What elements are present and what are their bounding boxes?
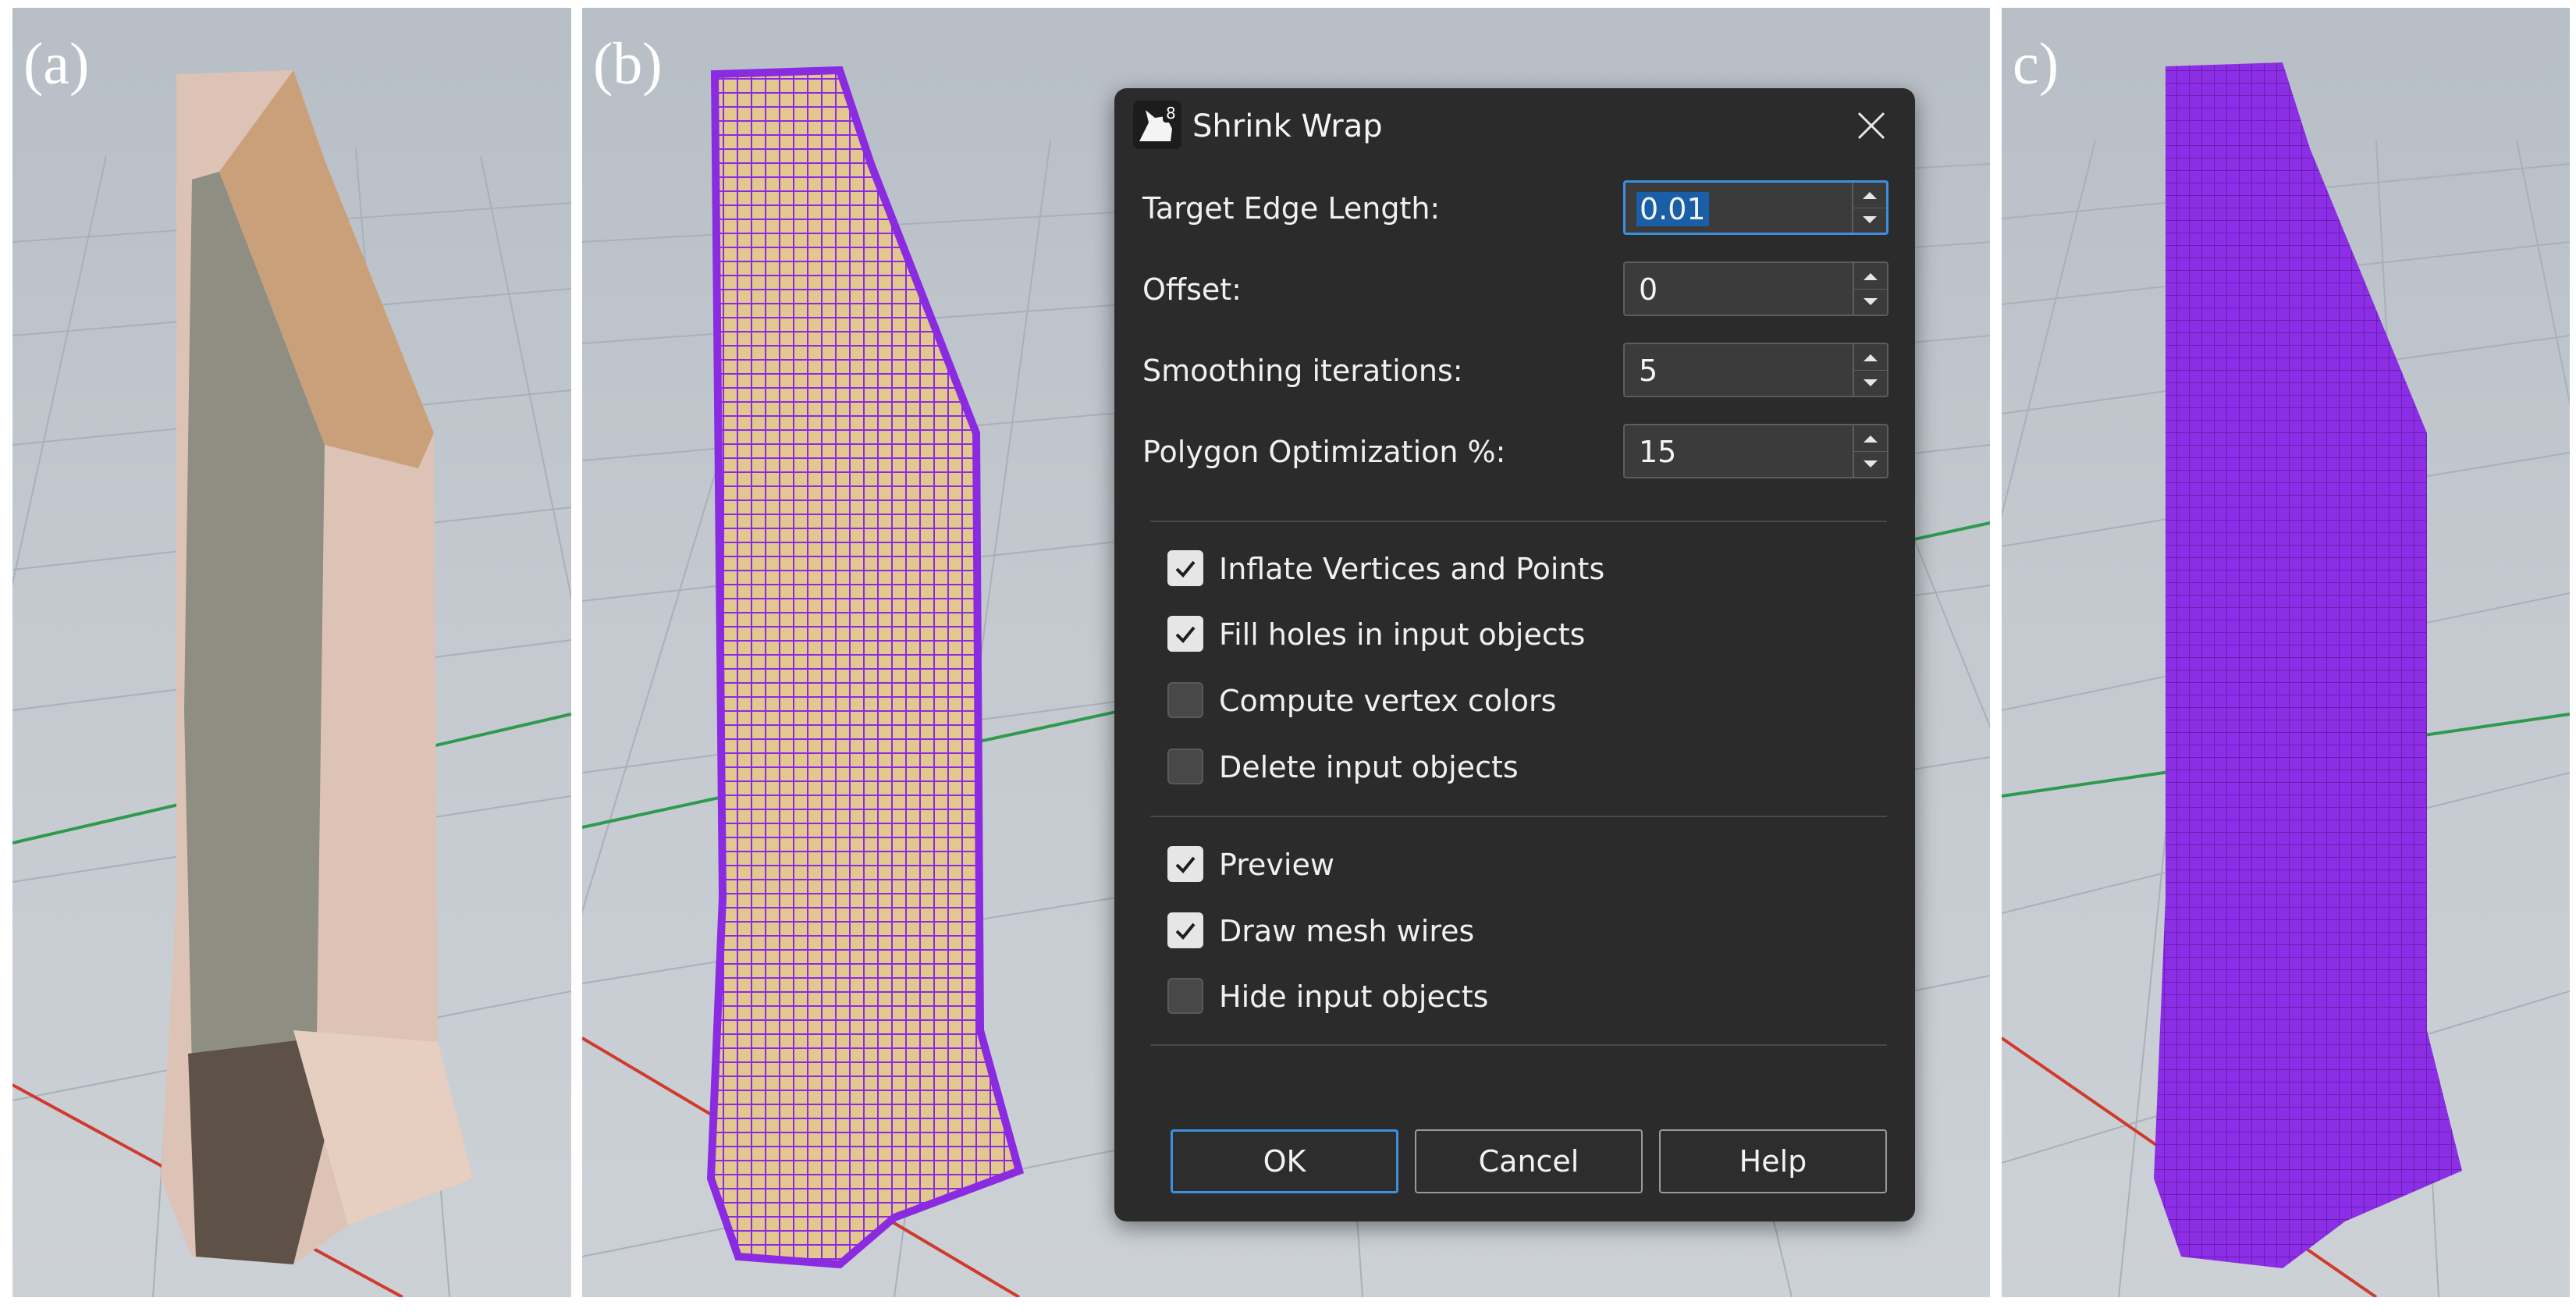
app-version-badge: 8 xyxy=(1166,104,1176,123)
smoothing-iterations-label: Smoothing iterations: xyxy=(1142,354,1463,388)
fill-holes-checkbox[interactable] xyxy=(1167,616,1203,652)
draw-mesh-wires-label[interactable]: Draw mesh wires xyxy=(1219,914,1474,948)
delete-input-objects-label[interactable]: Delete input objects xyxy=(1219,750,1519,784)
polygon-optimization-row: Polygon Optimization %: 15 xyxy=(1142,424,1888,482)
target-edge-length-value[interactable]: 0.01 xyxy=(1636,192,1709,226)
offset-row: Offset: 0 xyxy=(1142,261,1888,319)
polygon-optimization-input[interactable]: 15 xyxy=(1623,424,1888,478)
checkmark-icon xyxy=(1175,626,1196,643)
separator xyxy=(1150,521,1887,522)
hide-input-objects-label[interactable]: Hide input objects xyxy=(1219,980,1488,1014)
close-button[interactable] xyxy=(1848,102,1895,149)
checkmark-icon xyxy=(1175,856,1196,873)
decrement-button[interactable] xyxy=(1854,289,1887,315)
polygon-optimization-label: Polygon Optimization %: xyxy=(1142,435,1506,469)
rhino-app-icon: 8 xyxy=(1132,99,1183,151)
draw-mesh-wires-checkbox[interactable] xyxy=(1167,912,1203,948)
checkmark-icon xyxy=(1175,923,1196,940)
increment-button[interactable] xyxy=(1854,344,1887,371)
preview-label[interactable]: Preview xyxy=(1219,848,1334,882)
inflate-vertices-checkbox[interactable] xyxy=(1167,550,1203,586)
dialog-titlebar[interactable]: 8 Shrink Wrap xyxy=(1114,88,1915,169)
preview-checkbox[interactable] xyxy=(1167,846,1203,882)
panel-label-b: (b) xyxy=(593,31,663,97)
polygon-optimization-value[interactable]: 15 xyxy=(1639,435,1676,469)
increment-button[interactable] xyxy=(1853,183,1886,208)
target-edge-length-row: Target Edge Length: 0.01 xyxy=(1142,180,1888,238)
decrement-button[interactable] xyxy=(1854,370,1887,396)
separator xyxy=(1150,816,1887,817)
arrow-up-icon xyxy=(1864,435,1878,443)
target-edge-length-label: Target Edge Length: xyxy=(1142,191,1441,226)
hide-input-objects-checkbox[interactable] xyxy=(1167,978,1203,1014)
fill-holes-label[interactable]: Fill holes in input objects xyxy=(1219,617,1585,652)
target-edge-length-stepper[interactable] xyxy=(1852,183,1886,233)
arrow-down-icon xyxy=(1864,379,1878,386)
inflate-vertices-label[interactable]: Inflate Vertices and Points xyxy=(1219,552,1604,586)
smoothing-iterations-row: Smoothing iterations: 5 xyxy=(1142,343,1888,400)
panel-label-c: c) xyxy=(2013,31,2059,97)
arrow-up-icon xyxy=(1864,354,1878,361)
smoothing-iterations-input[interactable]: 5 xyxy=(1623,343,1888,397)
compute-vertex-colors-label[interactable]: Compute vertex colors xyxy=(1219,684,1556,718)
shrink-wrap-dialog: 8 Shrink Wrap Target Edge Length: 0.01 O… xyxy=(1114,88,1915,1221)
cancel-button[interactable]: Cancel xyxy=(1415,1129,1643,1193)
point-cloud-scene xyxy=(12,70,571,1297)
checkmark-icon xyxy=(1175,560,1196,578)
arrow-down-icon xyxy=(1863,216,1877,223)
dialog-title: Shrink Wrap xyxy=(1192,108,1383,144)
increment-button[interactable] xyxy=(1854,263,1887,290)
target-edge-length-input[interactable]: 0.01 xyxy=(1623,180,1888,235)
arrow-down-icon xyxy=(1864,297,1878,305)
ok-button[interactable]: OK xyxy=(1171,1129,1398,1193)
viewport-panel-a: (a) xyxy=(12,8,571,1297)
smoothing-iterations-value[interactable]: 5 xyxy=(1639,354,1658,388)
arrow-up-icon xyxy=(1864,272,1878,280)
arrow-up-icon xyxy=(1863,192,1877,199)
separator xyxy=(1150,1044,1887,1046)
delete-input-objects-checkbox[interactable] xyxy=(1167,748,1203,784)
offset-stepper[interactable] xyxy=(1853,263,1887,315)
help-button[interactable]: Help xyxy=(1659,1129,1887,1193)
arrow-down-icon xyxy=(1864,460,1878,468)
close-icon xyxy=(1857,112,1885,140)
offset-value[interactable]: 0 xyxy=(1639,272,1658,307)
panel-label-a: (a) xyxy=(23,31,90,97)
shrink-wrap-result-scene xyxy=(2002,62,2570,1297)
viewport-panel-c: c) xyxy=(2002,8,2570,1297)
smoothing-iterations-stepper[interactable] xyxy=(1853,344,1887,396)
decrement-button[interactable] xyxy=(1854,451,1887,477)
compute-vertex-colors-checkbox[interactable] xyxy=(1167,682,1203,718)
offset-label: Offset: xyxy=(1142,272,1242,307)
increment-button[interactable] xyxy=(1854,425,1887,452)
offset-input[interactable]: 0 xyxy=(1623,261,1888,316)
decrement-button[interactable] xyxy=(1853,208,1886,233)
polygon-optimization-stepper[interactable] xyxy=(1853,425,1887,477)
